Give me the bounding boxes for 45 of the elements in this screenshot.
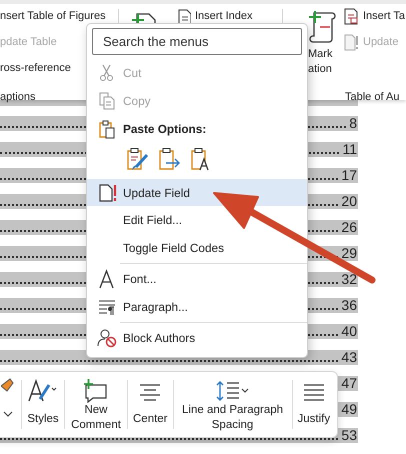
page-number: 26 (341, 220, 358, 235)
ribbon-command[interactable]: nsert Table of Figures (0, 9, 106, 23)
menu-item[interactable]: Paragraph... (87, 293, 307, 321)
page-number: 40 (341, 324, 358, 339)
toolbar-button[interactable]: New Comment (67, 372, 125, 437)
menu-item[interactable]: Font... (87, 265, 307, 293)
group-label: aptions (0, 90, 36, 104)
menu-item[interactable]: Update Field (87, 179, 307, 206)
comment-icon (84, 378, 108, 402)
document-alert-icon (97, 182, 117, 202)
page-number: 17 (341, 168, 358, 183)
paste-merge-icon[interactable] (157, 147, 181, 171)
toolbar-button[interactable]: Styles (24, 372, 62, 437)
page-number: 43 (341, 350, 358, 365)
ribbon-command[interactable]: Insert Index (177, 9, 252, 23)
page-number: 49 (341, 402, 358, 417)
page-number: 47 (341, 376, 358, 391)
page-number: 8 (349, 116, 358, 131)
paste-keep-formatting-icon[interactable] (125, 147, 149, 171)
toolbar-button[interactable]: Justify (294, 372, 334, 437)
toolbar-button[interactable]: Center (130, 372, 171, 437)
page-number: 29 (341, 246, 358, 261)
page-number: 53 (341, 428, 358, 443)
copy-icon (97, 91, 117, 111)
menu-item[interactable]: Edit Field... (87, 206, 307, 234)
clipboard-icon (97, 119, 117, 139)
page-number: 20 (341, 194, 358, 209)
justify-icon (302, 382, 325, 402)
ribbon-command[interactable]: Insert Ta (343, 9, 405, 23)
page-number: 32 (341, 272, 358, 287)
document-alert-icon (343, 34, 359, 50)
ribbon-command[interactable]: ross-reference (0, 61, 71, 75)
toolbar-button[interactable]: Line and Paragraph Spacing (176, 372, 290, 437)
align-center-icon (139, 382, 162, 402)
menu-item[interactable]: Toggle Field Codes (87, 234, 307, 262)
page-number: 11 (342, 142, 358, 157)
group-label: Table of Au (345, 90, 400, 104)
section-header: Paste Options: (123, 122, 206, 136)
menu-item[interactable]: Block Authors (87, 324, 307, 352)
search-field[interactable]: Search the menus (92, 28, 302, 55)
mark-citation-button[interactable]: Mark ation (308, 9, 342, 105)
line-spacing-icon (216, 380, 250, 402)
page-number: 36 (341, 298, 358, 313)
document-icon (343, 8, 359, 24)
person-blocked-icon (97, 328, 117, 348)
